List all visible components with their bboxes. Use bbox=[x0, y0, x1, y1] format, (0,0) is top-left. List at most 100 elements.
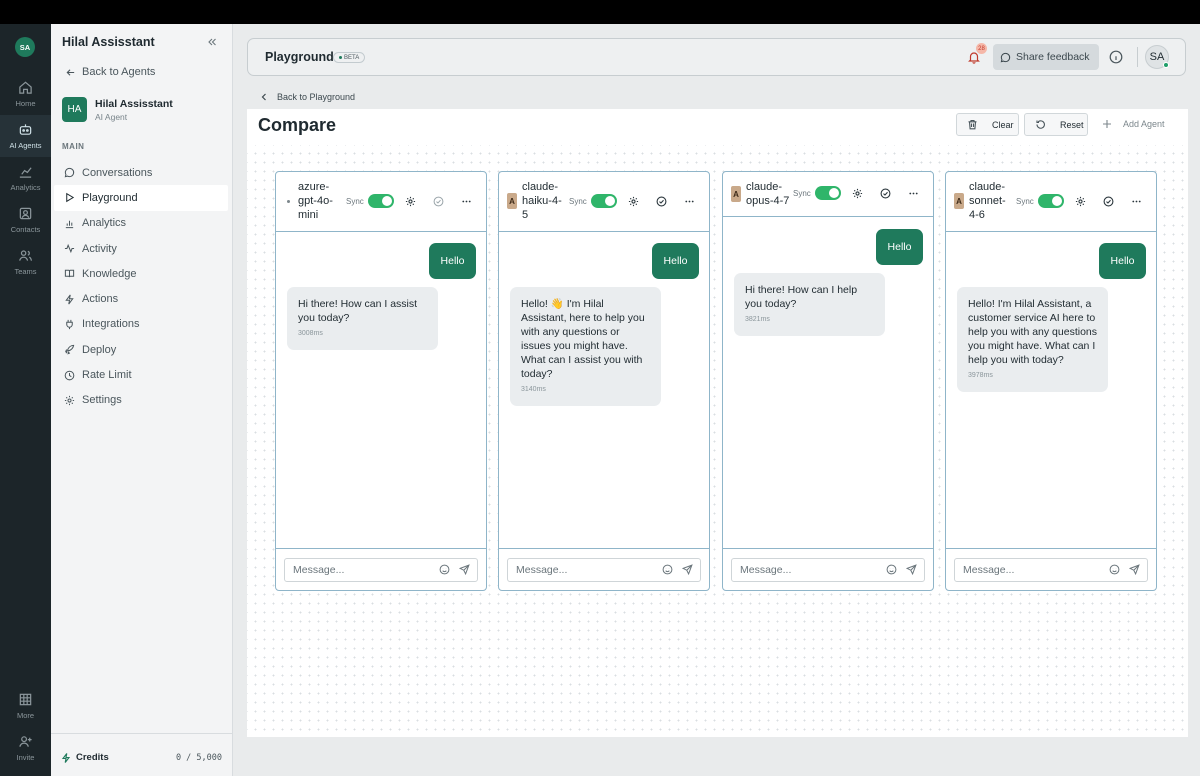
emoji-icon[interactable] bbox=[662, 564, 673, 575]
back-to-playground-label: Back to Playground bbox=[277, 92, 356, 102]
sync-toggle[interactable] bbox=[815, 186, 841, 200]
check-circle-icon[interactable] bbox=[1103, 196, 1114, 207]
panel-header: A claude- sonnet- 4-6 Sync bbox=[946, 172, 1156, 232]
plus-icon bbox=[1103, 120, 1111, 128]
assistant-message-bubble: Hi there! How can I assist you today? 30… bbox=[287, 287, 438, 350]
rail-item-teams[interactable]: Teams bbox=[0, 241, 51, 283]
reset-button[interactable]: Reset bbox=[1024, 113, 1088, 136]
back-to-playground-link[interactable]: Back to Playground bbox=[260, 92, 355, 102]
nav-section-label: MAIN bbox=[62, 142, 85, 151]
anthropic-logo-icon: A bbox=[507, 193, 517, 209]
page-header: Playground BETA 28 Share feedback SA bbox=[247, 38, 1186, 76]
rail-item-home[interactable]: Home bbox=[0, 73, 51, 115]
beta-label: BETA bbox=[344, 54, 360, 61]
assistant-message-bubble: Hello! 👋 I'm Hilal Assistant, here to he… bbox=[510, 287, 661, 406]
beta-badge: BETA bbox=[333, 52, 366, 63]
rail-item-contacts[interactable]: Contacts bbox=[0, 199, 51, 241]
sidebar-item-conversations[interactable]: Conversations bbox=[54, 160, 228, 185]
gear-icon[interactable] bbox=[1075, 196, 1086, 207]
response-latency: 3821ms bbox=[745, 316, 770, 323]
sidebar-item-label: Rate Limit bbox=[82, 369, 132, 382]
assistant-message-text: Hello! 👋 I'm Hilal Assistant, here to he… bbox=[521, 298, 645, 380]
sidebar-item-label: Actions bbox=[82, 293, 119, 306]
rail-item-label: More bbox=[16, 711, 35, 720]
send-icon[interactable] bbox=[459, 564, 470, 575]
share-feedback-button[interactable]: Share feedback bbox=[993, 44, 1099, 70]
rail-item-analytics[interactable]: Analytics bbox=[0, 157, 51, 199]
add-agent-label: Add Agent bbox=[1123, 119, 1165, 129]
collapse-sidebar-icon[interactable] bbox=[206, 36, 218, 48]
sync-toggle[interactable] bbox=[368, 194, 394, 208]
online-status-dot bbox=[1163, 62, 1169, 68]
assistant-message-text: Hi there! How can I assist you today? bbox=[298, 298, 418, 324]
model-name-line: sonnet- bbox=[969, 195, 1006, 207]
send-icon[interactable] bbox=[682, 564, 693, 575]
header-divider bbox=[1137, 47, 1138, 67]
response-latency: 3008ms bbox=[298, 330, 323, 337]
arrow-left-icon bbox=[66, 68, 75, 76]
check-circle-icon[interactable] bbox=[656, 196, 667, 207]
page-title: Playground bbox=[265, 50, 334, 64]
sparkle-icon bbox=[61, 752, 71, 763]
send-icon[interactable] bbox=[906, 564, 917, 575]
panel-composer bbox=[499, 548, 709, 590]
sidebar-item-label: Conversations bbox=[82, 166, 153, 179]
sync-toggle[interactable] bbox=[1038, 194, 1064, 208]
emoji-icon[interactable] bbox=[439, 564, 450, 575]
sidebar-item-actions[interactable]: Actions bbox=[54, 286, 228, 311]
panel-composer bbox=[946, 548, 1156, 590]
emoji-icon[interactable] bbox=[886, 564, 897, 575]
activity-icon bbox=[64, 243, 75, 254]
clear-button[interactable]: Clear bbox=[956, 113, 1019, 136]
sidebar-item-label: Analytics bbox=[82, 217, 127, 230]
rail-item-label: Analytics bbox=[10, 183, 41, 192]
assistant-message-bubble: Hi there! How can I help you today? 3821… bbox=[734, 273, 885, 336]
chevron-left-icon bbox=[261, 93, 266, 101]
gear-icon[interactable] bbox=[405, 196, 416, 207]
share-feedback-label: Share feedback bbox=[1016, 51, 1090, 63]
clear-label: Clear bbox=[992, 119, 1014, 130]
model-panel: A claude- haiku-4- 5 Sync Hello Hello! 👋… bbox=[498, 171, 710, 591]
response-latency: 3978ms bbox=[968, 372, 993, 379]
user-message-bubble: Hello bbox=[1099, 243, 1146, 279]
sidebar-item-deploy[interactable]: Deploy bbox=[54, 337, 228, 362]
sidebar-item-settings[interactable]: Settings bbox=[54, 388, 228, 413]
back-to-agents-link[interactable]: Back to Agents bbox=[65, 66, 155, 78]
add-agent-button[interactable]: Add Agent bbox=[1102, 119, 1165, 129]
rail-item-ai-agents[interactable]: AI Agents bbox=[0, 115, 51, 157]
sidebar-item-integrations[interactable]: Integrations bbox=[54, 312, 228, 337]
compare-title: Compare bbox=[258, 115, 337, 135]
panel-composer bbox=[723, 548, 933, 590]
more-horizontal-icon[interactable] bbox=[461, 196, 472, 207]
model-name-line: azure- bbox=[298, 181, 330, 193]
gear-icon[interactable] bbox=[852, 188, 863, 199]
sidebar-title: Hilal Assisstant bbox=[62, 35, 155, 49]
trash-icon bbox=[968, 119, 977, 130]
model-name-line: mini bbox=[298, 209, 319, 221]
workspace-avatar[interactable]: SA bbox=[15, 37, 35, 57]
back-to-agents-label: Back to Agents bbox=[82, 66, 156, 78]
emoji-icon[interactable] bbox=[1109, 564, 1120, 575]
rail-item-more[interactable]: More bbox=[0, 685, 51, 727]
info-icon[interactable] bbox=[1109, 50, 1123, 64]
plug-icon bbox=[66, 319, 73, 330]
assistant-message-bubble: Hello! I'm Hilal Assistant, a customer s… bbox=[957, 287, 1108, 392]
sidebar-item-activity[interactable]: Activity bbox=[54, 236, 228, 261]
more-horizontal-icon[interactable] bbox=[684, 196, 695, 207]
rail-item-label: Invite bbox=[16, 753, 35, 762]
message-icon bbox=[1000, 52, 1011, 62]
sidebar-item-knowledge[interactable]: Knowledge bbox=[54, 261, 228, 286]
response-latency: 3140ms bbox=[521, 386, 546, 393]
sync-toggle[interactable] bbox=[591, 194, 617, 208]
more-horizontal-icon[interactable] bbox=[1131, 196, 1142, 207]
sidebar-item-analytics[interactable]: Analytics bbox=[54, 211, 228, 236]
sidebar-item-playground[interactable]: Playground bbox=[54, 185, 228, 211]
rail-item-invite[interactable]: Invite bbox=[0, 727, 51, 769]
sidebar-item-rate-limit[interactable]: Rate Limit bbox=[54, 362, 228, 387]
more-horizontal-icon[interactable] bbox=[908, 188, 919, 199]
check-circle-icon[interactable] bbox=[880, 188, 891, 199]
gear-icon[interactable] bbox=[628, 196, 639, 207]
sync-label: Sync bbox=[793, 189, 811, 198]
send-icon[interactable] bbox=[1129, 564, 1140, 575]
check-circle-icon[interactable] bbox=[433, 196, 444, 207]
